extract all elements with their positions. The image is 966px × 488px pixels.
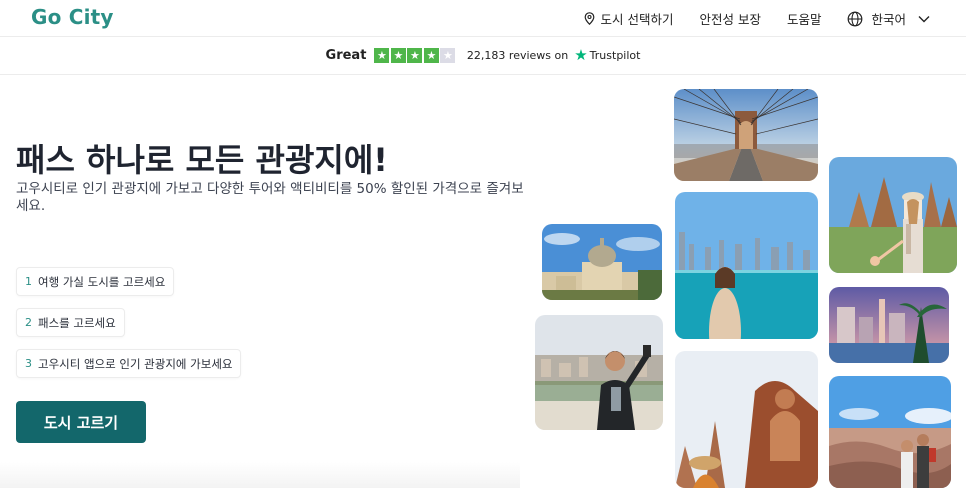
language-label: 한국어: [871, 12, 906, 27]
go-city-logo[interactable]: Go City: [31, 5, 114, 29]
star-icon: ★: [374, 48, 390, 63]
step-label: 고우시티 앱으로 인기 관광지에 가보세요: [38, 356, 233, 371]
nav-safety-label: 안전성 보장: [699, 12, 761, 27]
globe-icon: [848, 11, 863, 26]
choose-city-button[interactable]: 도시 고르기: [16, 401, 146, 443]
main-nav: 도시 선택하기 안전성 보장 도움말 한국어: [558, 0, 931, 37]
photo-barcelona-selfie-man: [535, 315, 663, 430]
trustpilot-name: Trustpilot: [589, 49, 641, 62]
step-number: 2: [25, 316, 32, 329]
trustpilot-logo: ★ Trustpilot: [574, 48, 640, 63]
photo-bangkok-temple: [829, 157, 957, 273]
photo-chicago-lake-woman: [675, 192, 818, 339]
trustpilot-star-icon: ★: [574, 46, 588, 64]
step-number: 3: [25, 357, 32, 370]
site-header: Go City 도시 선택하기 안전성 보장 도움말 한국어: [0, 0, 966, 37]
steps-list: 1 여행 가실 도시를 고르세요 2 패스를 고르세요 3 고우시티 앱으로 인…: [16, 267, 242, 390]
nav-safety[interactable]: 안전성 보장: [699, 9, 760, 28]
step-label: 여행 가실 도시를 고르세요: [38, 274, 166, 289]
photo-bangkok-buddha-woman: [675, 351, 818, 488]
language-selector[interactable]: 한국어: [847, 9, 930, 28]
step-number: 1: [25, 275, 32, 288]
step-item: 1 여행 가실 도시를 고르세요: [16, 267, 175, 296]
location-pin-icon: [584, 12, 594, 25]
chevron-down-icon: [918, 15, 930, 22]
section-fade: [0, 462, 520, 488]
trustpilot-rating-word: Great: [325, 48, 367, 63]
hero-headline: 패스 하나로 모든 관광지에!: [16, 141, 388, 179]
star-icon: ★: [407, 48, 423, 63]
hero-subtext: 고우시티로 인기 관광지에 가보고 다양한 투어와 액티비티를 50% 할인된 …: [16, 181, 524, 214]
step-label: 패스를 고르세요: [38, 315, 116, 330]
step-item: 3 고우시티 앱으로 인기 관광지에 가보세요: [16, 349, 242, 378]
photo-london-st-pauls: [542, 224, 662, 300]
star-icon: ★: [440, 48, 456, 63]
photo-grand-canyon-couple: [829, 376, 951, 488]
nav-choose-city[interactable]: 도시 선택하기: [584, 9, 674, 28]
nav-help-label: 도움말: [786, 12, 822, 27]
photo-las-vegas-strip: [829, 287, 949, 363]
star-icon: ★: [423, 48, 439, 63]
trustpilot-review-count: 22,183 reviews on: [466, 49, 569, 62]
star-icon: ★: [390, 48, 406, 63]
step-item: 2 패스를 고르세요: [16, 308, 125, 337]
trustpilot-stars: ★ ★ ★ ★ ★: [374, 48, 457, 63]
photo-brooklyn-bridge: [674, 89, 818, 181]
trustpilot-bar[interactable]: Great ★ ★ ★ ★ ★ 22,183 reviews on ★ Trus…: [0, 37, 966, 75]
nav-choose-city-label: 도시 선택하기: [600, 12, 674, 27]
nav-help[interactable]: 도움말: [787, 9, 822, 28]
